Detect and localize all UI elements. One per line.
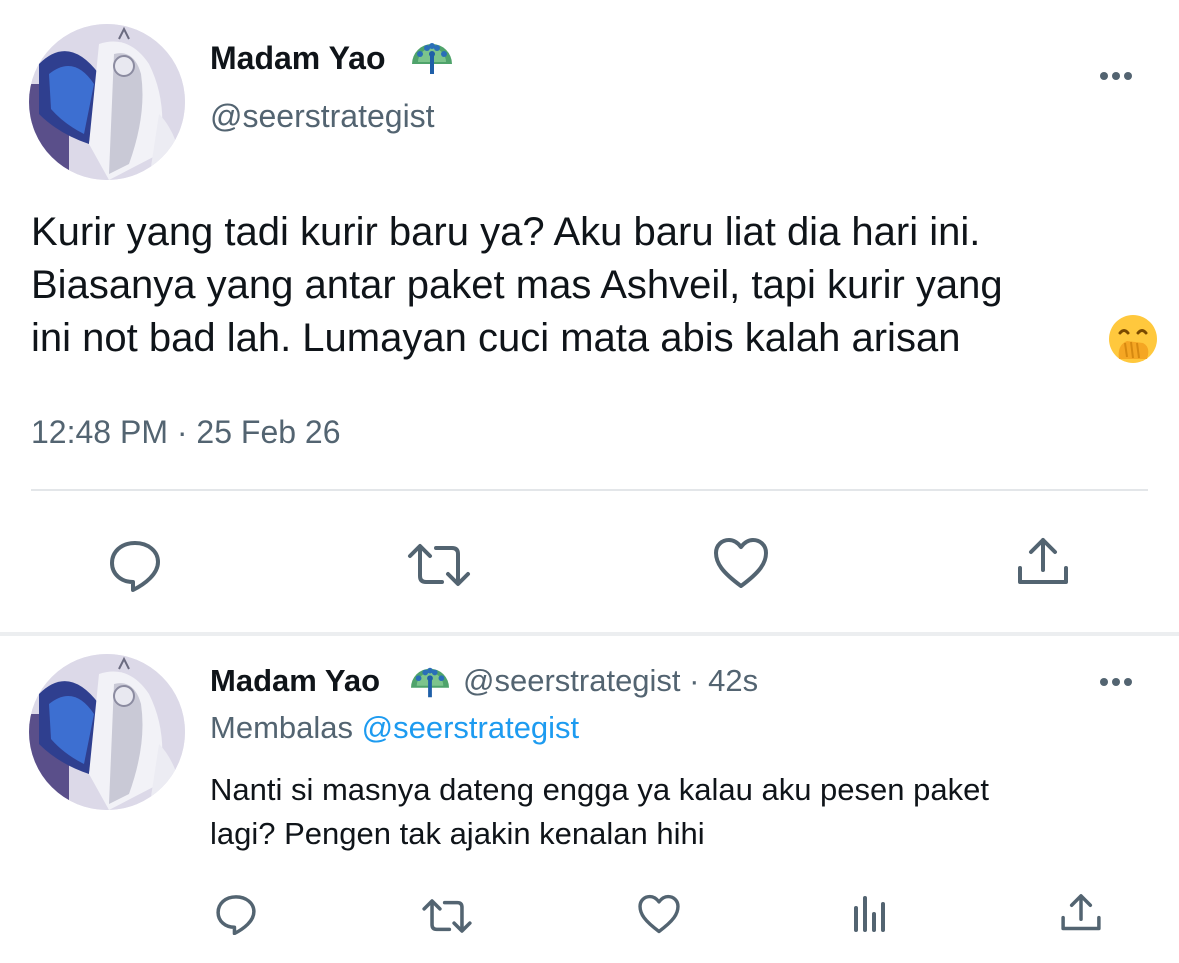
reply-icon[interactable] (107, 538, 163, 592)
like-icon[interactable] (637, 893, 681, 935)
tweet-timestamp[interactable]: 12:48 PM · 25 Feb 26 (31, 414, 341, 451)
author-avatar[interactable] (29, 24, 185, 180)
tweet-text-line: Biasanya yang antar paket mas Ashveil, t… (31, 263, 1003, 307)
reply-author-avatar[interactable] (29, 654, 185, 810)
replying-to: Membalas @seerstrategist (210, 710, 579, 746)
reply-icon[interactable] (214, 893, 258, 935)
author-display-name[interactable]: Madam Yao (210, 40, 385, 77)
replying-to-mention-link[interactable]: @seerstrategist (362, 710, 580, 745)
share-icon[interactable] (1016, 536, 1070, 588)
reply-text-line: lagi? Pengen tak ajakin kenalan hihi (210, 816, 705, 851)
reply-text-line: Nanti si masnya dateng engga ya kalau ak… (210, 772, 989, 807)
peacock-emoji-icon (407, 663, 453, 706)
share-icon[interactable] (1060, 892, 1102, 934)
reply-more-options-icon[interactable] (1096, 672, 1136, 692)
replying-to-prefix: Membalas (210, 710, 353, 745)
peacock-emoji-icon (408, 38, 456, 83)
more-options-icon[interactable] (1096, 66, 1136, 86)
tweet-text: Kurir yang tadi kurir baru ya? Aku baru … (31, 206, 1003, 365)
section-separator (0, 632, 1179, 636)
tweet-text-line: Kurir yang tadi kurir baru ya? Aku baru … (31, 210, 981, 254)
reply-author-row: Madam Yao (210, 663, 380, 699)
like-icon[interactable] (712, 536, 770, 590)
divider (31, 489, 1148, 491)
face-with-hand-over-mouth-emoji-icon (1107, 313, 1159, 370)
reply-tweet-text: Nanti si masnya dateng engga ya kalau ak… (210, 768, 989, 856)
analytics-icon[interactable] (850, 894, 890, 934)
reply-author-display-name[interactable]: Madam Yao (210, 663, 380, 698)
reply-author-handle-time[interactable]: @seerstrategist · 42s (463, 663, 758, 699)
author-handle[interactable]: @seerstrategist (210, 98, 435, 135)
retweet-icon[interactable] (406, 540, 472, 590)
retweet-icon[interactable] (421, 896, 473, 936)
tweet-text-line: ini not bad lah. Lumayan cuci mata abis … (31, 316, 961, 360)
